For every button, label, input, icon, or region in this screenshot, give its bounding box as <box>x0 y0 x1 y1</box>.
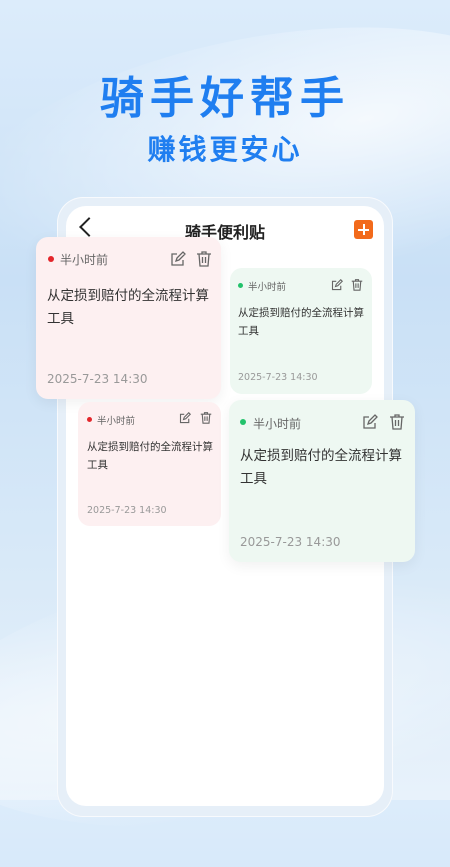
edit-icon[interactable] <box>331 279 343 291</box>
note-text: 从定损到赔付的全流程计算工具 <box>87 441 213 471</box>
note-card[interactable]: 半小时前 从定损到赔付的全流程计算工具 2025-7-23 14:30 <box>230 268 372 394</box>
status-dot <box>238 283 243 288</box>
hero-title: 骑手好帮手 <box>100 73 350 124</box>
trash-icon[interactable] <box>351 278 363 291</box>
note-date: 2025-7-23 14:30 <box>47 372 148 386</box>
hero-subtitle: 赚钱更安心 <box>147 133 303 166</box>
note-card[interactable]: 半小时前 从定损到赔付的全流程计算工具 2025-7-23 14:30 <box>36 237 221 399</box>
note-text: 从定损到赔付的全流程计算工具 <box>47 288 209 327</box>
note-time: 半小时前 <box>97 416 136 427</box>
status-dot <box>48 256 54 262</box>
note-date: 2025-7-23 14:30 <box>87 505 167 516</box>
note-text: 从定损到赔付的全流程计算工具 <box>238 307 364 337</box>
note-card[interactable]: 半小时前 从定损到赔付的全流程计算工具 2025-7-23 14:30 <box>78 402 221 526</box>
note-card[interactable]: 半小时前 从定损到赔付的全流程计算工具 2025-7-23 14:30 <box>229 400 415 562</box>
note-text: 从定损到赔付的全流程计算工具 <box>240 448 402 487</box>
note-time: 半小时前 <box>248 282 287 293</box>
note-time: 半小时前 <box>253 417 302 431</box>
status-dot <box>240 419 246 425</box>
add-note-button[interactable] <box>354 220 373 239</box>
trash-icon[interactable] <box>389 413 405 430</box>
note-date: 2025-7-23 14:30 <box>238 372 318 383</box>
edit-icon[interactable] <box>170 251 186 267</box>
note-date: 2025-7-23 14:30 <box>240 535 341 549</box>
status-dot <box>87 417 92 422</box>
edit-icon[interactable] <box>362 414 378 430</box>
note-time: 半小时前 <box>60 253 109 267</box>
trash-icon[interactable] <box>196 250 212 267</box>
edit-icon[interactable] <box>179 412 191 424</box>
trash-icon[interactable] <box>200 411 212 424</box>
